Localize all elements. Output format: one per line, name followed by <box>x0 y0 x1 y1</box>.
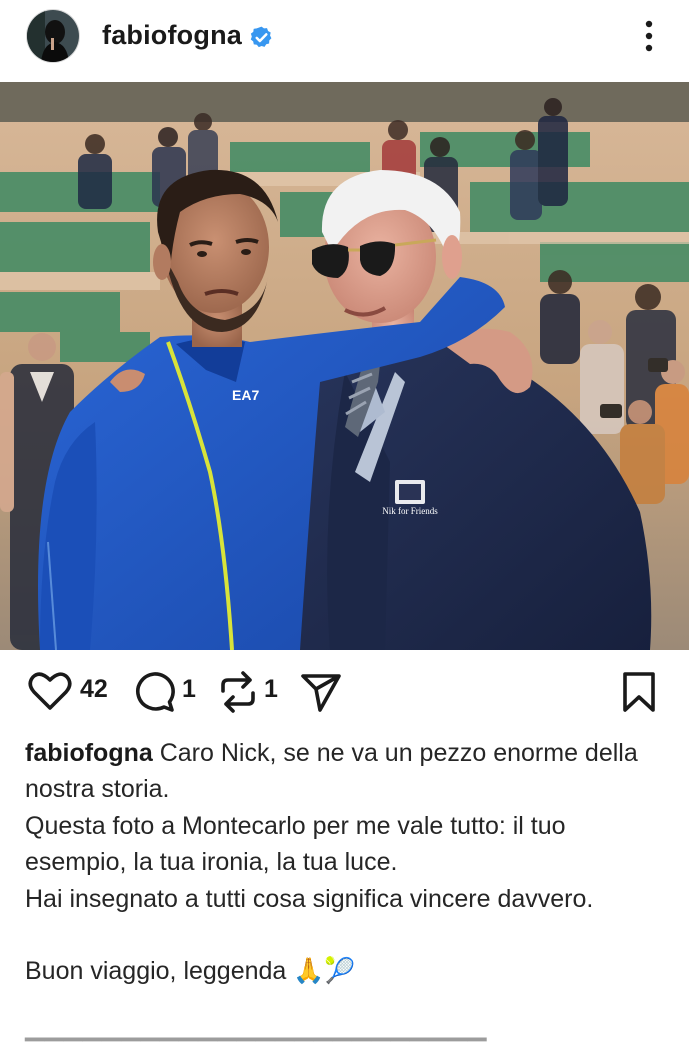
heart-icon[interactable] <box>28 671 72 711</box>
caption-username[interactable]: fabiofogna <box>25 739 153 767</box>
share-icon[interactable] <box>300 671 342 713</box>
caption-line-5: Buon viaggio, leggenda 🙏🎾 <box>25 957 356 986</box>
caption-line-2: Questa foto a Montecarlo per me vale tut… <box>25 811 573 877</box>
action-bar: 42 1 1 <box>0 650 689 732</box>
reposts-count[interactable]: 1 <box>264 675 278 704</box>
comment-icon[interactable] <box>133 671 175 713</box>
repost-icon[interactable] <box>218 671 258 713</box>
verified-badge-icon <box>250 26 272 48</box>
avatar-image <box>27 10 79 62</box>
post-caption: fabiofogna Caro Nick, se ne va un pezzo … <box>25 735 665 990</box>
avatar[interactable] <box>27 10 79 62</box>
post-header: fabiofogna <box>0 0 689 82</box>
jacket-logo: EA7 <box>232 387 259 403</box>
bookmark-icon[interactable] <box>621 671 657 713</box>
post-photo[interactable]: Nik for Friends EA7 <box>0 82 689 650</box>
comments-count[interactable]: 1 <box>182 675 196 704</box>
caption-line-3: Hai insegnato a tutti cosa significa vin… <box>25 884 594 913</box>
post-username[interactable]: fabiofogna <box>102 20 242 51</box>
caption-overlap-ghost: ▁▁▁▁▁▁▁▁▁▁▁▁▁▁▁▁▁▁▁▁▁▁▁▁ <box>25 1013 487 1041</box>
badge-text: Nik for Friends <box>382 506 438 516</box>
photo-illustration: Nik for Friends EA7 <box>0 82 689 650</box>
more-vertical-icon[interactable] <box>636 18 662 54</box>
likes-count[interactable]: 42 <box>80 675 108 704</box>
